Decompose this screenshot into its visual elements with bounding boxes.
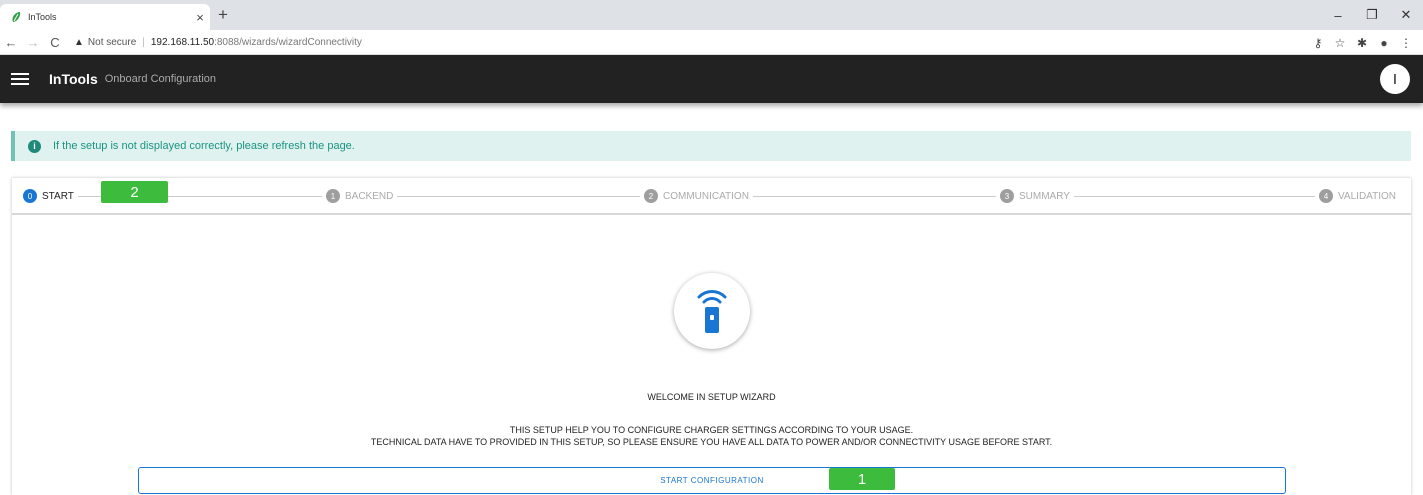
- step-label: START: [42, 190, 74, 202]
- wizard-card: 0 START 1 BACKEND 2 COMMUNICATION 3 SUMM…: [12, 178, 1411, 495]
- app-bar: InTools Onboard Configuration I: [0, 55, 1423, 103]
- step-label: VALIDATION: [1338, 190, 1396, 202]
- forward-arrow-icon[interactable]: →: [22, 35, 44, 50]
- annotation-marker-1: 1: [829, 468, 895, 490]
- step-number: 0: [23, 189, 37, 203]
- step-number: 4: [1319, 189, 1333, 203]
- browser-tab-strip: InTools × + – ❐ ✕: [0, 0, 1423, 30]
- step-start[interactable]: 0 START: [23, 189, 78, 203]
- minimize-icon[interactable]: –: [1321, 8, 1355, 23]
- window-controls: – ❐ ✕: [1321, 0, 1423, 30]
- hamburger-menu-icon[interactable]: [11, 73, 29, 85]
- app-subtitle: Onboard Configuration: [104, 73, 217, 85]
- intools-favicon-icon: [10, 11, 22, 23]
- url-separator: |: [142, 36, 145, 48]
- address-bar: ← → C ▲ Not secure | 192.168.11.50:8088/…: [0, 30, 1423, 55]
- key-icon[interactable]: ⚷: [1307, 36, 1329, 50]
- reload-icon[interactable]: C: [44, 35, 66, 50]
- description-line-1: THIS SETUP HELP YOU TO CONFIGURE CHARGER…: [509, 425, 914, 435]
- brand-name: InTools: [49, 71, 98, 87]
- new-tab-button[interactable]: +: [218, 5, 228, 25]
- step-validation[interactable]: 4 VALIDATION: [1315, 189, 1400, 203]
- wizard-description: THIS SETUP HELP YOU TO CONFIGURE CHARGER…: [12, 424, 1411, 448]
- step-number: 1: [326, 189, 340, 203]
- url-host: 192.168.11.50: [150, 36, 215, 48]
- step-communication[interactable]: 2 COMMUNICATION: [640, 189, 753, 203]
- annotation-marker-2: 2: [101, 181, 168, 203]
- profile-icon[interactable]: ●: [1373, 36, 1395, 50]
- wizard-stepper: 0 START 1 BACKEND 2 COMMUNICATION 3 SUMM…: [12, 178, 1411, 215]
- url-field[interactable]: ▲ Not secure | 192.168.11.50:8088/wizard…: [74, 37, 362, 48]
- url-path: :8088/wizards/wizardConnectivity: [214, 36, 362, 48]
- step-number: 2: [644, 189, 658, 203]
- step-label: COMMUNICATION: [663, 190, 749, 202]
- extensions-icon[interactable]: ✱: [1351, 36, 1373, 50]
- star-icon[interactable]: ☆: [1329, 36, 1351, 50]
- step-summary[interactable]: 3 SUMMARY: [996, 189, 1074, 203]
- step-connector: [392, 196, 642, 197]
- step-connector: [1072, 196, 1322, 197]
- start-configuration-button[interactable]: START CONFIGURATION: [138, 467, 1286, 494]
- info-icon: i: [28, 139, 41, 153]
- browser-tab[interactable]: InTools ×: [0, 4, 210, 30]
- user-avatar[interactable]: I: [1380, 64, 1410, 94]
- close-tab-icon[interactable]: ×: [190, 10, 210, 25]
- tab-title: InTools: [28, 12, 57, 22]
- menu-dots-icon[interactable]: ⋮: [1395, 36, 1417, 50]
- step-backend[interactable]: 1 BACKEND: [322, 189, 398, 203]
- remote-device-icon: [674, 273, 750, 349]
- warning-icon: ▲: [74, 36, 84, 48]
- restore-icon[interactable]: ❐: [1355, 7, 1389, 23]
- step-label: BACKEND: [345, 190, 394, 202]
- not-secure-label: Not secure: [87, 36, 137, 48]
- welcome-heading: WELCOME IN SETUP WIZARD: [647, 392, 776, 402]
- description-line-2: TECHNICAL DATA HAVE TO PROVIDED IN THIS …: [370, 437, 1053, 447]
- step-label: SUMMARY: [1019, 190, 1070, 202]
- step-number: 3: [1000, 189, 1014, 203]
- back-arrow-icon[interactable]: ←: [0, 35, 22, 50]
- window-close-icon[interactable]: ✕: [1389, 7, 1423, 23]
- browser-toolbar-icons: ⚷ ☆ ✱ ● ⋮: [1307, 30, 1417, 55]
- info-alert: i If the setup is not displayed correctl…: [11, 131, 1411, 161]
- step-connector: [752, 196, 1002, 197]
- alert-text: If the setup is not displayed correctly,…: [53, 140, 355, 152]
